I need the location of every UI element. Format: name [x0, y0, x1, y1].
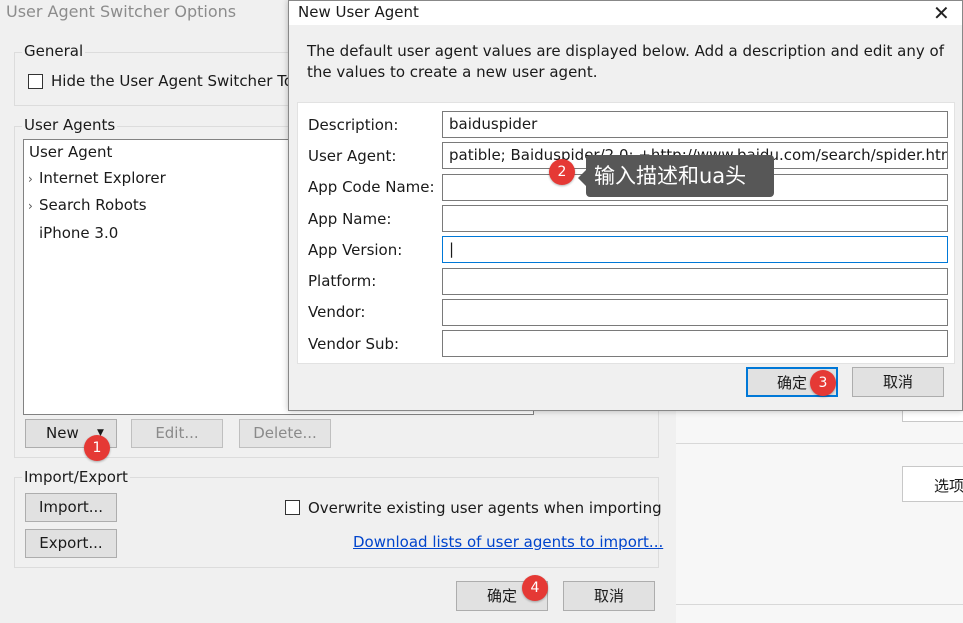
tree-item-iphone[interactable]: iPhone 3.0 [39, 224, 118, 242]
app-version-field[interactable]: | [442, 236, 948, 263]
description-label: Description: [308, 116, 399, 134]
tree-item-root[interactable]: User Agent [29, 143, 112, 161]
app-code-name-label: App Code Name: [308, 178, 435, 196]
app-name-field[interactable] [442, 205, 948, 232]
dialog-intro-text: The default user agent values are displa… [307, 42, 944, 81]
export-button[interactable]: Export... [25, 529, 117, 558]
step-badge-4: 4 [522, 575, 548, 601]
platform-label: Platform: [308, 272, 377, 290]
app-version-label: App Version: [308, 241, 403, 259]
new-button-label: New [46, 424, 79, 442]
chevron-right-icon[interactable]: › [28, 199, 33, 213]
divider [676, 443, 963, 444]
vendor-label: Vendor: [308, 303, 366, 321]
download-lists-link[interactable]: Download lists of user agents to import.… [353, 533, 663, 551]
dialog-title: New User Agent [298, 3, 419, 21]
user-agent-label: User Agent: [308, 147, 397, 165]
import-export-group-label: Import/Export [22, 468, 130, 486]
step-badge-2: 2 [549, 159, 575, 185]
user-agents-group-label: User Agents [22, 116, 118, 134]
dialog-cancel-button[interactable]: 取消 [852, 367, 944, 397]
chevron-right-icon[interactable]: › [28, 172, 33, 186]
edit-button[interactable]: Edit... [131, 419, 223, 448]
description-field[interactable]: baiduspider [442, 111, 948, 138]
vendor-sub-field[interactable] [442, 330, 948, 357]
tree-item-internet-explorer[interactable]: Internet Explorer [39, 169, 166, 187]
tree-item-search-robots[interactable]: Search Robots [39, 196, 147, 214]
general-group-label: General [22, 42, 86, 60]
vendor-field[interactable] [442, 299, 948, 326]
dialog-title-bar: New User Agent ✕ [289, 1, 962, 25]
hide-toolbar-checkbox[interactable] [28, 74, 43, 89]
step-badge-3: 3 [810, 370, 836, 396]
options-cancel-button[interactable]: 取消 [563, 581, 655, 611]
app-name-label: App Name: [308, 210, 392, 228]
divider [676, 604, 963, 605]
step-badge-1: 1 [84, 435, 110, 461]
vendor-sub-label: Vendor Sub: [308, 335, 400, 353]
fields-panel: Description: baiduspider User Agent: pat… [297, 102, 955, 364]
annotation-tooltip: 输入描述和ua头 [586, 155, 774, 197]
overwrite-label: Overwrite existing user agents when impo… [308, 499, 662, 517]
platform-field[interactable] [442, 268, 948, 295]
delete-button[interactable]: Delete... [239, 419, 331, 448]
close-icon[interactable]: ✕ [933, 1, 950, 25]
new-user-agent-dialog: New User Agent ✕ The default user agent … [288, 0, 963, 411]
hide-toolbar-label: Hide the User Agent Switcher Too [51, 72, 303, 90]
options-button[interactable]: 选项 [902, 466, 963, 502]
overwrite-checkbox[interactable] [285, 500, 300, 515]
import-button[interactable]: Import... [25, 493, 117, 522]
options-window-title: User Agent Switcher Options [6, 2, 237, 21]
tooltip-arrow [578, 170, 586, 186]
